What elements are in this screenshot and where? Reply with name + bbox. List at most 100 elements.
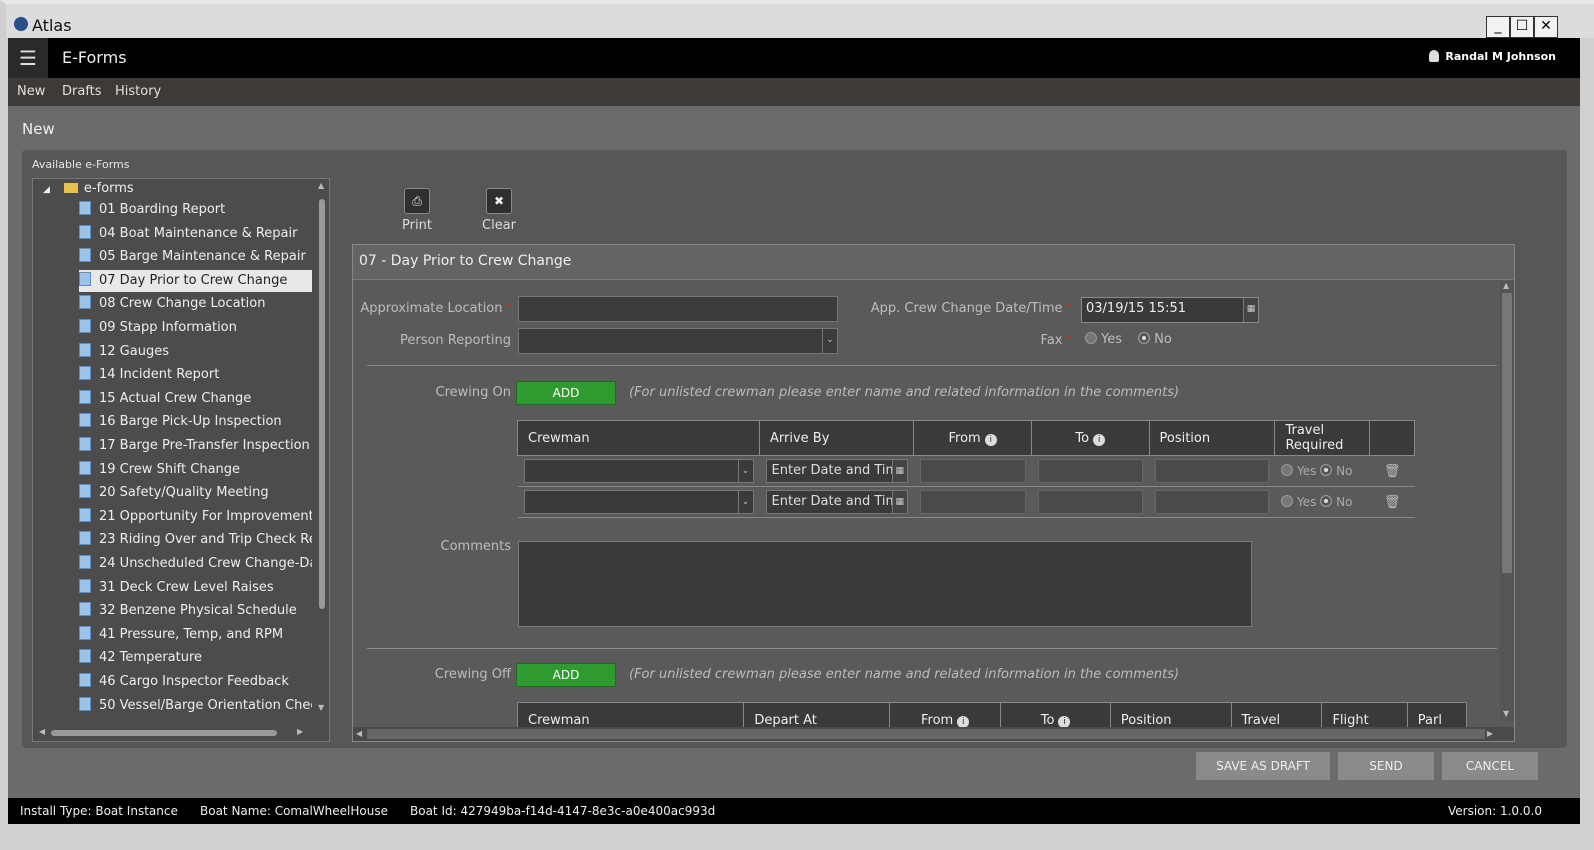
minimize-button[interactable]: _ <box>1486 16 1510 38</box>
tree-item[interactable]: 24 Unscheduled Crew Change-Days ( <box>79 553 312 575</box>
tree-root[interactable]: ◢ e-forms <box>43 181 134 196</box>
user-menu[interactable]: Randal M Johnson <box>1429 50 1556 63</box>
print-button[interactable]: ⎙ Print <box>392 188 442 233</box>
comments-label: Comments <box>440 539 511 554</box>
table-header-row: Crewman Arrive By From i To i Position Tra… <box>516 420 1415 456</box>
chevron-down-icon[interactable]: ⌄ <box>737 460 753 482</box>
crew-change-datetime-input[interactable]: 03/19/15 15:51 ▦ <box>1081 297 1259 323</box>
travel-yes-radio[interactable]: Yes <box>1280 464 1316 478</box>
crewing-off-add-button[interactable]: ADD <box>516 663 616 687</box>
tree-item[interactable]: 21 Opportunity For Improvement <box>79 506 312 528</box>
tree-hscroll-thumb[interactable] <box>51 730 277 736</box>
travel-no-radio[interactable]: No <box>1320 495 1353 509</box>
tree-horizontal-scrollbar[interactable]: ◀ ▶ <box>35 727 315 739</box>
travel-yes-radio[interactable]: Yes <box>1280 495 1316 509</box>
crewing-on-add-button[interactable]: ADD <box>516 381 616 405</box>
cancel-button[interactable]: CANCEL <box>1442 752 1538 780</box>
scroll-down-icon[interactable]: ▼ <box>318 703 324 712</box>
nav-new[interactable]: New <box>17 84 45 99</box>
info-icon[interactable]: i <box>1058 715 1071 728</box>
table-row: ⌄ Enter Date and Time ▦ Yes No 🗑 <box>517 455 1415 487</box>
fax-no-radio[interactable]: No <box>1138 332 1172 347</box>
tree-item[interactable]: 16 Barge Pick-Up Inspection <box>79 411 312 433</box>
save-as-draft-button[interactable]: SAVE AS DRAFT <box>1196 752 1330 780</box>
scroll-left-icon[interactable]: ◀ <box>39 727 45 736</box>
document-icon <box>79 555 91 569</box>
approx-location-input[interactable] <box>518 296 838 322</box>
tree-item[interactable]: 01 Boarding Report <box>79 199 312 221</box>
clear-button[interactable]: ✖ Clear <box>474 188 524 233</box>
scroll-right-icon[interactable]: ▶ <box>1487 729 1493 738</box>
tree-item[interactable]: 08 Crew Change Location <box>79 293 312 315</box>
form-horizontal-scrollbar[interactable]: ◀ ▶ <box>353 727 1514 741</box>
scroll-down-icon[interactable]: ▼ <box>1503 709 1509 718</box>
tree-item[interactable]: 42 Temperature <box>79 647 312 669</box>
col-from: From i <box>913 420 1033 456</box>
tree-item[interactable]: 32 Benzene Physical Schedule <box>79 600 312 622</box>
calendar-icon[interactable]: ▦ <box>891 460 907 482</box>
arrive-by-input[interactable]: Enter Date and Time ▦ <box>765 490 908 514</box>
info-icon[interactable]: i <box>1093 433 1106 446</box>
to-input[interactable] <box>1037 459 1143 483</box>
travel-no-radio[interactable]: No <box>1320 464 1353 478</box>
chevron-down-icon[interactable]: ⌄ <box>822 329 837 353</box>
from-input[interactable] <box>919 459 1026 483</box>
tree-item[interactable]: 05 Barge Maintenance & Repair <box>79 246 312 268</box>
tree-item[interactable]: 23 Riding Over and Trip Check Reque <box>79 529 312 551</box>
nav-drafts[interactable]: Drafts <box>62 84 102 99</box>
crewman-select[interactable]: ⌄ <box>523 459 754 483</box>
clear-label: Clear <box>482 218 516 233</box>
calendar-icon[interactable]: ▦ <box>891 491 907 513</box>
tree-item[interactable]: 17 Barge Pre-Transfer Inspection <box>79 435 312 457</box>
tree-item[interactable]: 15 Actual Crew Change <box>79 388 312 410</box>
nav-history[interactable]: History <box>115 84 161 99</box>
chevron-down-icon[interactable]: ⌄ <box>737 491 753 513</box>
position-input[interactable] <box>1155 490 1269 514</box>
arrive-by-input[interactable]: Enter Date and Time ▦ <box>765 459 908 483</box>
tree-item[interactable]: 46 Cargo Inspector Feedback <box>79 671 312 693</box>
hamburger-menu-icon[interactable]: ☰ <box>8 38 48 78</box>
info-icon[interactable]: i <box>957 715 970 728</box>
tree-item[interactable]: 09 Stapp Information <box>79 317 312 339</box>
tree-vertical-scrollbar[interactable]: ▲ ▼ <box>317 181 327 712</box>
close-button[interactable]: ✕ <box>1534 16 1558 38</box>
tree-item[interactable]: 14 Incident Report <box>79 364 312 386</box>
fax-label: Fax * <box>1040 333 1073 348</box>
fax-yes-radio[interactable]: Yes <box>1085 332 1122 347</box>
tree-item[interactable]: 19 Crew Shift Change <box>79 459 312 481</box>
crewman-select[interactable]: ⌄ <box>523 490 754 514</box>
scroll-up-icon[interactable]: ▲ <box>1503 281 1509 290</box>
person-reporting-select[interactable]: ⌄ <box>518 328 838 354</box>
forms-tree: ◢ e-forms 01 Boarding Report 04 Boat Maint… <box>32 178 330 742</box>
position-input[interactable] <box>1155 459 1269 483</box>
tree-item[interactable]: 50 Vessel/Barge Orientation Checklis <box>79 695 312 717</box>
tree-scroll-thumb[interactable] <box>319 199 325 609</box>
info-icon[interactable]: i <box>984 433 997 446</box>
scroll-up-icon[interactable]: ▲ <box>318 181 324 190</box>
trash-icon[interactable]: 🗑 <box>1369 486 1415 518</box>
trash-icon[interactable]: 🗑 <box>1369 455 1415 487</box>
tree-item[interactable]: 41 Pressure, Temp, and RPM <box>79 624 312 646</box>
form-vertical-scrollbar[interactable]: ▲ ▼ <box>1500 281 1514 721</box>
col-crewman: Crewman <box>516 420 761 456</box>
tree-item[interactable]: 12 Gauges <box>79 341 312 363</box>
tree-item[interactable]: 20 Safety/Quality Meeting <box>79 482 312 504</box>
to-input[interactable] <box>1037 490 1143 514</box>
comments-textarea[interactable] <box>518 541 1252 627</box>
form-hscroll-thumb[interactable] <box>367 729 1485 739</box>
nav-bar: New Drafts History <box>8 78 1580 106</box>
scroll-right-icon[interactable]: ▶ <box>297 727 303 736</box>
person-reporting-label: Person Reporting <box>399 333 511 348</box>
tree-item[interactable]: 31 Deck Crew Level Raises <box>79 577 312 599</box>
printer-icon: ⎙ <box>404 188 430 214</box>
atlas-logo-icon <box>14 17 28 31</box>
calendar-icon[interactable]: ▦ <box>1243 298 1258 322</box>
tree-item[interactable]: 07 Day Prior to Crew Change <box>79 269 312 292</box>
form-scroll-thumb[interactable] <box>1502 293 1512 573</box>
scroll-left-icon[interactable]: ◀ <box>356 729 362 738</box>
send-button[interactable]: SEND <box>1338 752 1434 780</box>
from-input[interactable] <box>919 490 1026 514</box>
maximize-button[interactable]: ☐ <box>1510 16 1534 38</box>
tree-item[interactable]: 04 Boat Maintenance & Repair <box>79 223 312 245</box>
collapse-arrow-icon[interactable]: ◢ <box>43 185 50 195</box>
